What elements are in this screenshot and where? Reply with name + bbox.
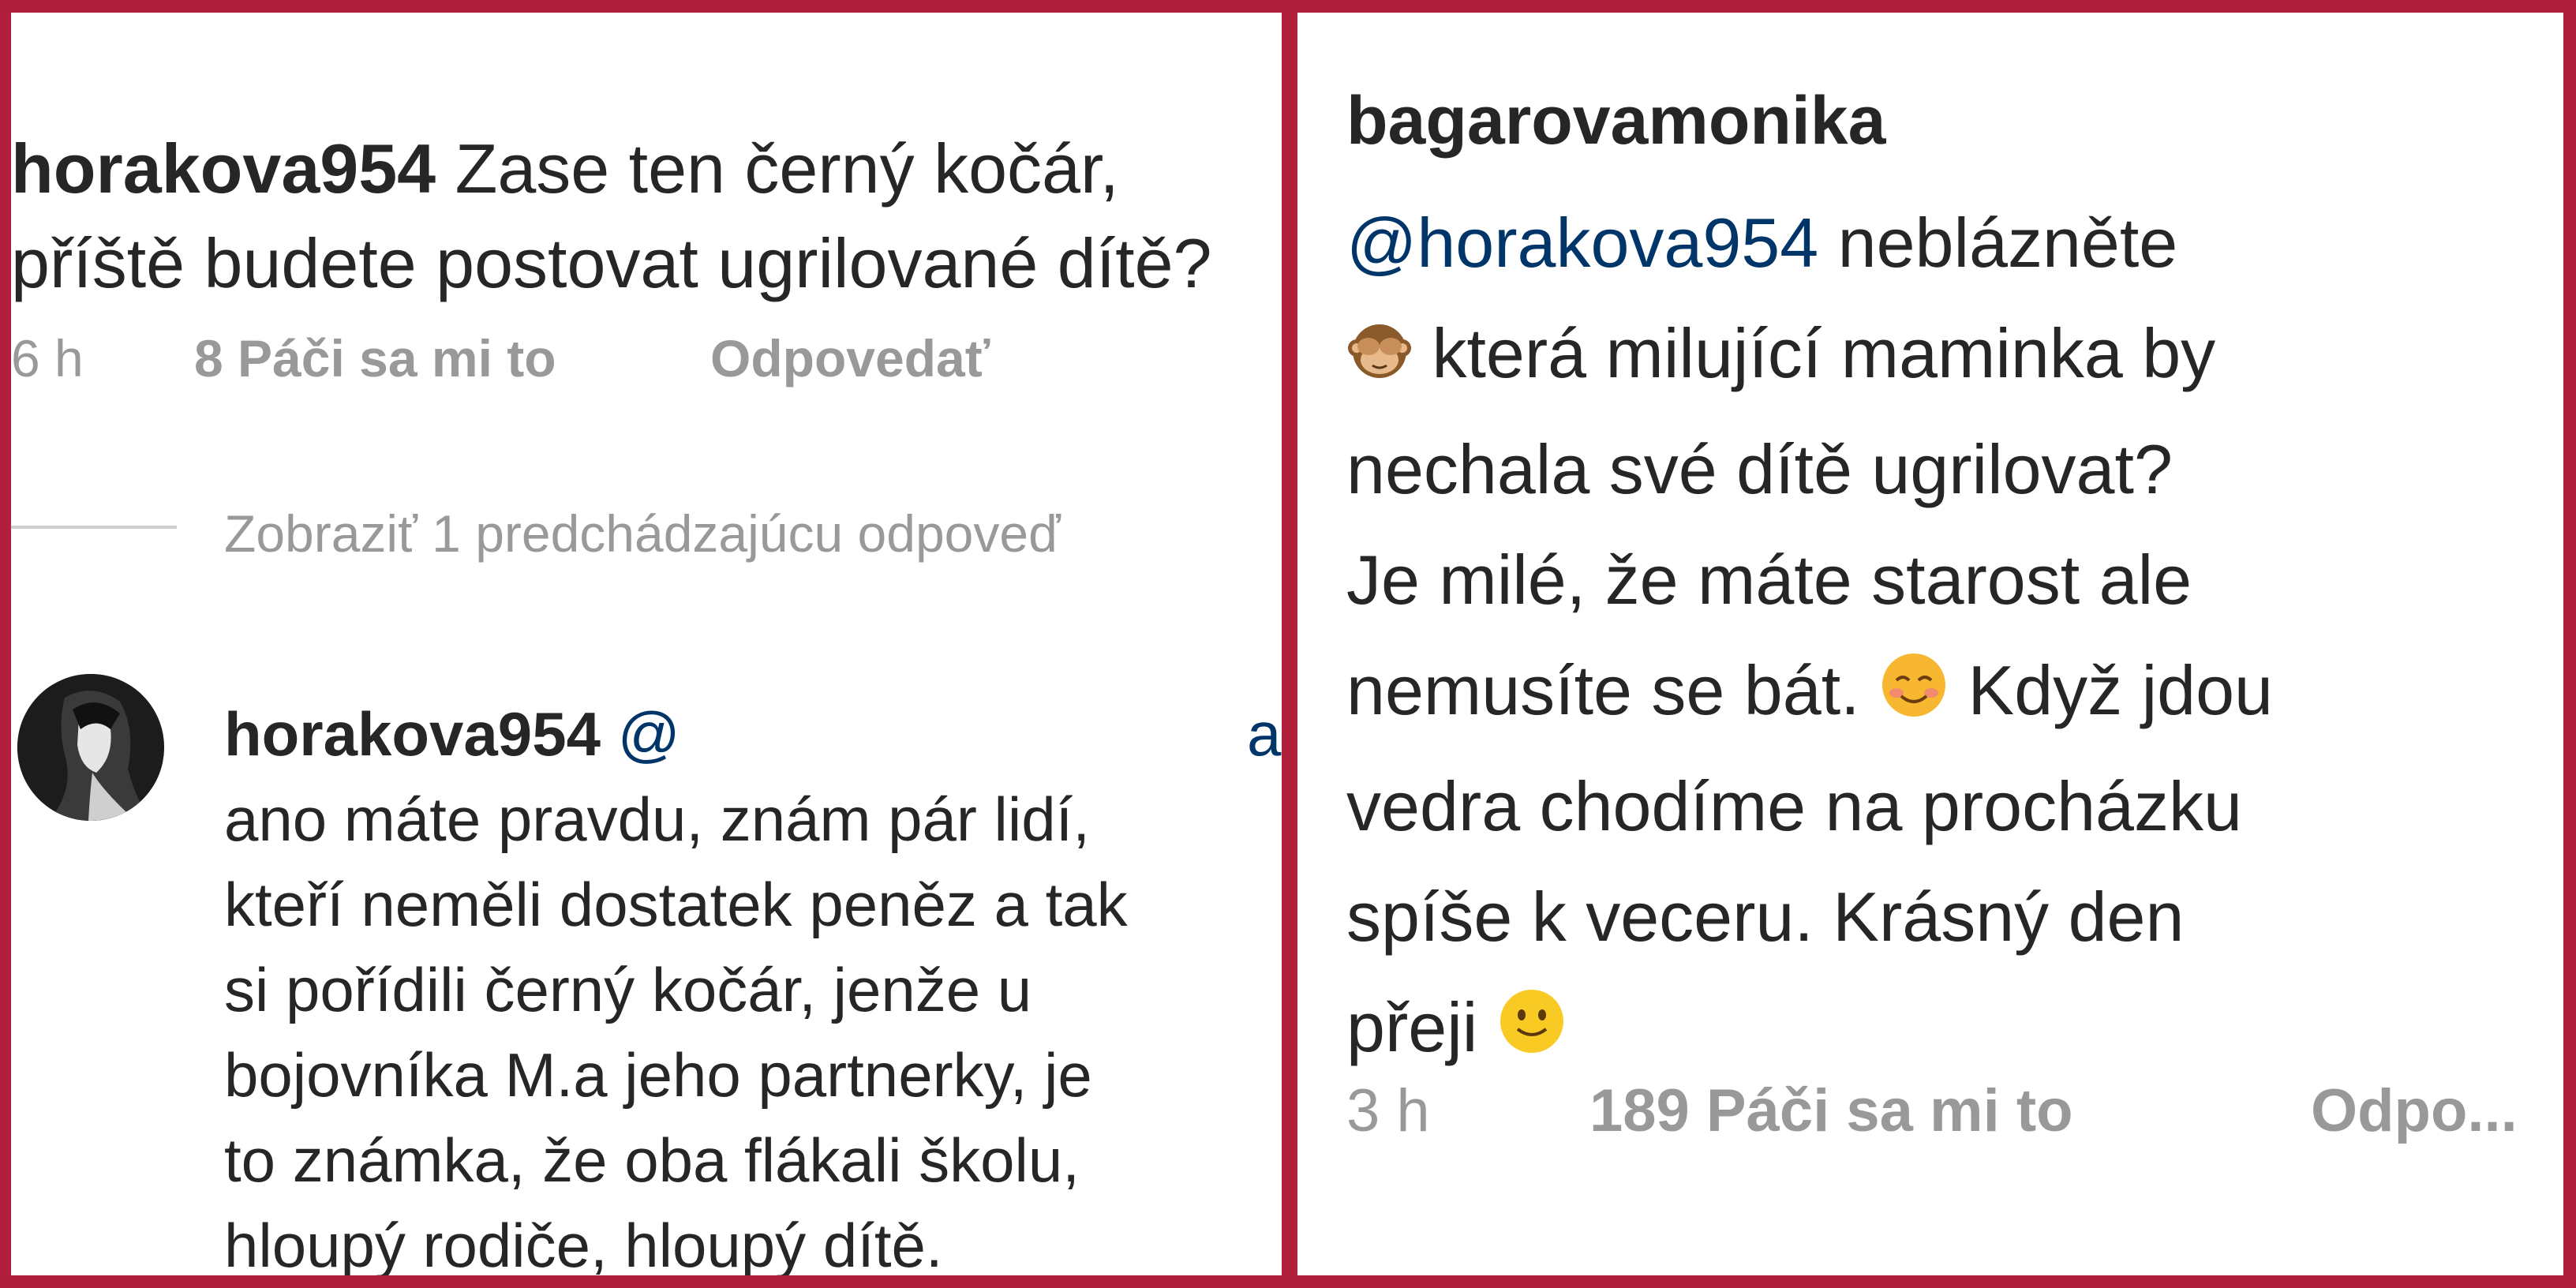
avatar-image xyxy=(17,674,164,821)
left-screenshot-panel: horakova954 Zase ten černý kočár, příště… xyxy=(11,13,1282,1275)
comment-timestamp: 6 h xyxy=(11,329,84,388)
mention-link[interactable]: @horakova954 xyxy=(1346,204,1818,282)
comment-timestamp: 3 h xyxy=(1346,1077,1430,1144)
mention-link-end[interactable]: a xyxy=(1247,691,1281,777)
comment-text: vedra chodíme na procházku xyxy=(1346,766,2242,845)
right-screenshot-panel: bagarovamonika @horakova954 neblázněte k… xyxy=(1297,13,2563,1275)
avatar[interactable] xyxy=(17,674,164,821)
redacted-mention xyxy=(680,711,1225,767)
reply-text-line: bojovníka M.a jeho partnerky, je xyxy=(224,1040,1092,1110)
comment-text: Je milé, že máte starost ale xyxy=(1346,540,2192,619)
see-no-evil-monkey-icon xyxy=(1346,304,1413,414)
reply-text-line: ano máte pravdu, znám pár lidí, xyxy=(224,784,1090,854)
likes-count-link[interactable]: 189 Páči sa mi to xyxy=(1589,1076,2073,1145)
comment-text: neblázněte xyxy=(1818,204,2178,282)
reply-button[interactable]: Odpovedať xyxy=(710,328,990,388)
comment-text: Zase ten černý kočár, xyxy=(455,129,1119,208)
slightly-smiling-face-icon xyxy=(1497,977,1567,1088)
comment-text: která milující maminka by xyxy=(1432,314,2216,392)
reply-text-line: to známka, že oba flákali školu, xyxy=(224,1125,1080,1195)
comment-text: přeji xyxy=(1346,987,1478,1066)
comment-username[interactable]: horakova954 xyxy=(11,129,436,208)
comment-1: horakova954 Zase ten černý kočár, příště… xyxy=(11,122,1282,311)
reply-text-line: si pořídili černý kočár, jenže u xyxy=(224,955,1032,1024)
comment-text: Když jdou xyxy=(1968,650,2273,729)
comment-text: nechala své dítě ugrilovat? xyxy=(1346,429,2173,508)
reply-username[interactable]: horakova954 xyxy=(224,699,601,769)
divider-line xyxy=(11,526,177,529)
reply-text-line: hloupý rodiče, hloupý dítě. xyxy=(224,1211,943,1275)
reply-button[interactable]: Odpo... xyxy=(2311,1076,2518,1145)
smiling-face-icon xyxy=(1879,641,1949,751)
comment-body: @horakova954 neblázněte která milující m… xyxy=(1346,188,2562,1088)
mention-link[interactable]: @ xyxy=(618,699,680,769)
comment-2: horakova954 @ a ano máte pravdu, znám pá… xyxy=(224,691,1282,1275)
reply-text-line: kteří neměli dostatek peněz a tak xyxy=(224,870,1128,939)
view-previous-replies-button[interactable]: Zobraziť 1 predchádzajúcu odpoveď xyxy=(224,504,1061,564)
comment-username[interactable]: bagarovamonika xyxy=(1346,82,1885,160)
likes-count-link[interactable]: 8 Páči sa mi to xyxy=(194,328,556,388)
comment-text: spíše k veceru. Krásný den xyxy=(1346,877,2185,956)
comment-text-line2: příště budete postovat ugrilované dítě? xyxy=(11,224,1212,302)
comment-text: nemusíte se bát. xyxy=(1346,650,1860,729)
